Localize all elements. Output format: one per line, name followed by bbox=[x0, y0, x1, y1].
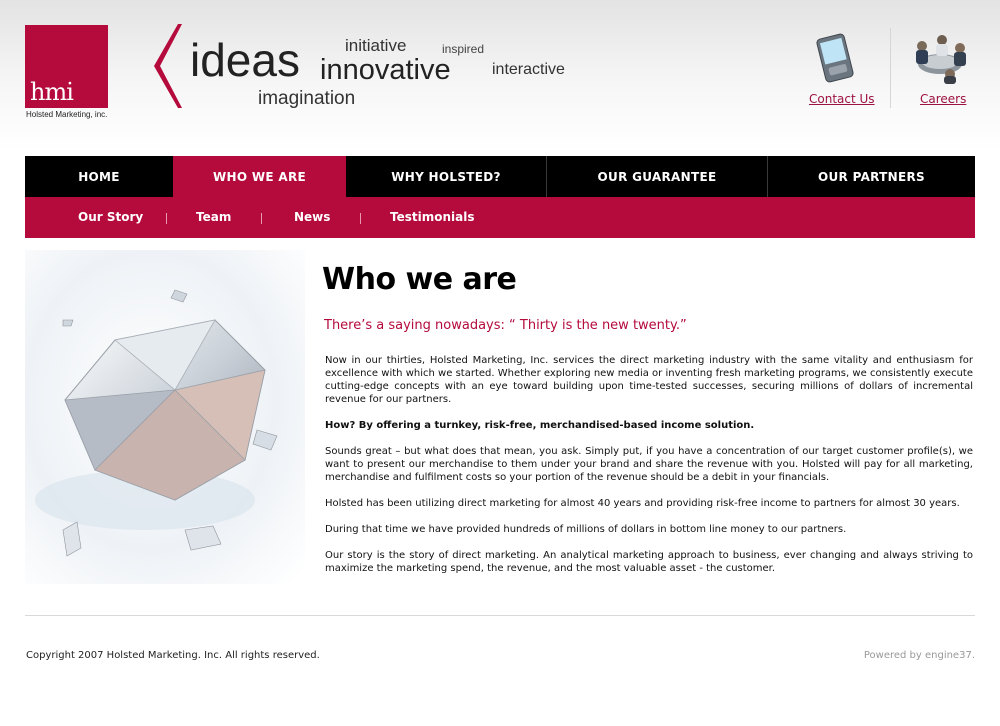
word-innovative: innovative bbox=[320, 54, 451, 86]
body-content: Now in our thirties, Holsted Marketing, … bbox=[325, 354, 973, 588]
subnav-team[interactable]: Team bbox=[196, 197, 231, 238]
word-initiative: initiative bbox=[345, 36, 407, 55]
page-title: Who we are bbox=[322, 262, 517, 297]
subnav-testimonials[interactable]: Testimonials bbox=[390, 197, 474, 238]
people-meeting-icon[interactable] bbox=[908, 32, 972, 84]
header-divider bbox=[890, 28, 891, 108]
nav-our-guarantee[interactable]: OUR GUARANTEE bbox=[547, 156, 767, 197]
paragraph: Sounds great – but what does that mean, … bbox=[325, 446, 973, 483]
subnav-separator bbox=[360, 213, 361, 224]
main-nav: HOME WHO WE ARE WHY HOLSTED? OUR GUARANT… bbox=[25, 156, 975, 197]
word-ideas: ideas bbox=[190, 34, 300, 86]
subnav-separator bbox=[261, 213, 262, 224]
subnav-news[interactable]: News bbox=[294, 197, 330, 238]
footer-divider bbox=[25, 615, 975, 616]
logo-text: hmi bbox=[30, 78, 74, 106]
paragraph: During that time we have provided hundre… bbox=[325, 524, 847, 535]
nav-our-partners[interactable]: OUR PARTNERS bbox=[768, 156, 975, 197]
nav-why-holsted[interactable]: WHY HOLSTED? bbox=[346, 156, 546, 197]
paragraph: Now in our thirties, Holsted Marketing, … bbox=[325, 355, 973, 405]
word-inspired: inspired bbox=[442, 42, 485, 56]
paragraph: Our story is the story of direct marketi… bbox=[325, 550, 973, 574]
nav-who-we-are[interactable]: WHO WE ARE bbox=[173, 156, 346, 197]
paragraph-bold: How? By offering a turnkey, risk-free, m… bbox=[325, 420, 755, 431]
subnav-our-story[interactable]: Our Story bbox=[78, 197, 143, 238]
logo-caption: Holsted Marketing, inc. bbox=[26, 110, 108, 119]
hmi-logo[interactable]: hmi bbox=[25, 25, 108, 108]
sub-nav: Our Story Team News Testimonials bbox=[25, 197, 975, 238]
word-interactive: interactive bbox=[492, 61, 565, 78]
tagline: There’s a saying nowadays: “ Thirty is t… bbox=[324, 318, 687, 333]
subnav-separator bbox=[166, 213, 167, 224]
pda-icon[interactable] bbox=[812, 30, 858, 86]
word-imagination: imagination bbox=[258, 88, 356, 109]
careers-link[interactable]: Careers bbox=[920, 92, 966, 106]
chevron-left-icon bbox=[154, 24, 182, 108]
contact-us-link[interactable]: Contact Us bbox=[809, 92, 875, 106]
paragraph: Holsted has been utilizing direct market… bbox=[325, 498, 960, 509]
nav-home[interactable]: HOME bbox=[25, 156, 173, 197]
copyright: Copyright 2007 Holsted Marketing. Inc. A… bbox=[26, 650, 320, 661]
powered-by-link[interactable]: Powered by engine37. bbox=[864, 650, 975, 661]
diamond-image bbox=[25, 250, 305, 584]
header: hmi Holsted Marketing, inc. ideas initia… bbox=[0, 0, 1000, 150]
